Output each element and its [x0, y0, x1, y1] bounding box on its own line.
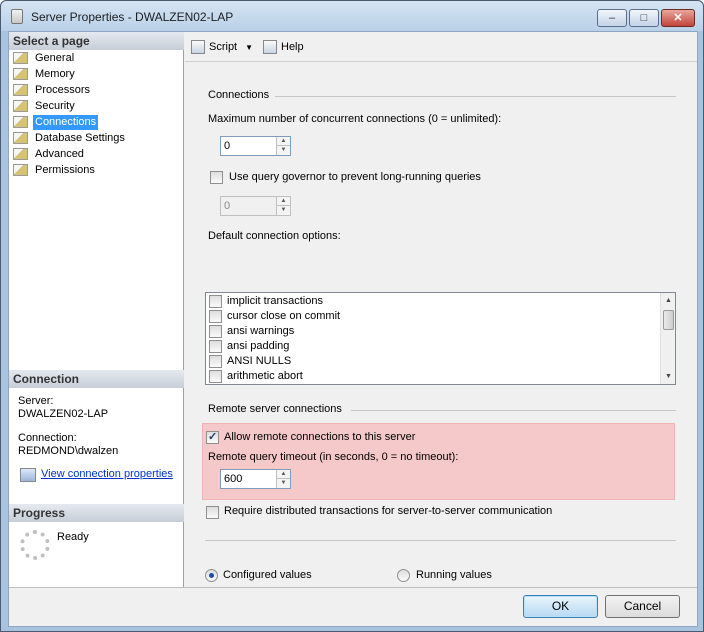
max-connections-stepper[interactable]: 0 ▲ ▼	[220, 136, 291, 156]
page-icon	[13, 132, 28, 144]
remote-group-label: Remote server connections	[208, 403, 342, 415]
spin-down-icon[interactable]: ▼	[277, 206, 290, 215]
help-button[interactable]: Help	[263, 40, 304, 54]
page-icon	[13, 52, 28, 64]
connection-value: REDMOND\dwalzen	[18, 445, 119, 457]
remote-timeout-value: 600	[224, 473, 243, 485]
progress-header: Progress	[9, 504, 184, 522]
running-values-radio[interactable]	[397, 569, 410, 582]
connection-label: Connection:	[18, 432, 77, 444]
title-bar: Server Properties - DWALZEN02-LAP – □ ✕	[1, 1, 703, 31]
progress-status: Ready	[57, 531, 89, 543]
sidebar-item-label: Processors	[35, 84, 91, 96]
server-value: DWALZEN02-LAP	[18, 408, 109, 420]
connections-divider	[275, 96, 676, 97]
scroll-up-icon[interactable]: ▲	[661, 293, 676, 308]
sidebar-item-label: Memory	[35, 68, 75, 80]
max-connections-value: 0	[224, 140, 231, 152]
spin-up-icon[interactable]: ▲	[277, 470, 290, 479]
option-checkbox[interactable]	[209, 340, 222, 353]
script-icon	[191, 40, 205, 54]
distributed-transactions-label: Require distributed transactions for ser…	[224, 505, 553, 517]
sidebar-item-label: Permissions	[35, 164, 95, 176]
connections-group-label: Connections	[208, 89, 270, 101]
connection-header: Connection	[9, 370, 184, 388]
spin-up-icon[interactable]: ▲	[277, 137, 290, 146]
help-icon	[263, 40, 277, 54]
chevron-down-icon[interactable]: ▼	[245, 43, 253, 52]
page-icon	[13, 148, 28, 160]
minimize-button[interactable]: –	[597, 9, 627, 27]
option-label: ansi padding	[227, 340, 290, 352]
default-options-label: Default connection options:	[208, 230, 341, 242]
ok-button[interactable]: OK	[523, 595, 598, 618]
sidebar-item-label: Database Settings	[35, 132, 125, 144]
distributed-transactions-checkbox[interactable]	[206, 506, 219, 519]
sidebar-item-label: Advanced	[35, 148, 84, 160]
query-governor-label: Use query governor to prevent long-runni…	[229, 171, 481, 183]
query-governor-checkbox[interactable]	[210, 171, 223, 184]
vertical-scrollbar[interactable]: ▲ ▼	[660, 293, 675, 384]
option-label: ANSI NULLS	[227, 355, 292, 367]
sidebar-item-label: Security	[35, 100, 75, 112]
option-checkbox[interactable]	[209, 310, 222, 323]
view-connection-properties-link[interactable]: View connection properties	[41, 468, 173, 480]
option-label: implicit transactions	[227, 295, 323, 307]
allow-remote-checkbox[interactable]	[206, 430, 219, 444]
max-connections-label: Maximum number of concurrent connections…	[208, 113, 502, 125]
spin-down-icon[interactable]: ▼	[277, 479, 290, 488]
page-icon	[13, 100, 28, 112]
left-pane: Select a page General Memory Processors …	[9, 32, 184, 587]
window-icon	[11, 9, 23, 24]
cancel-button[interactable]: Cancel	[605, 595, 680, 618]
running-values-label: Running values	[416, 569, 492, 581]
option-checkbox[interactable]	[209, 355, 222, 368]
connections-page: Connections Maximum number of concurrent…	[185, 63, 697, 586]
option-label: ansi warnings	[227, 325, 295, 337]
scroll-thumb[interactable]	[663, 310, 674, 330]
option-label: arithmetic abort	[227, 370, 303, 382]
server-properties-window: Server Properties - DWALZEN02-LAP – □ ✕ …	[0, 0, 704, 632]
values-divider	[205, 540, 676, 541]
page-icon	[13, 164, 28, 176]
toolbar: Script ▼ Help	[185, 32, 697, 62]
default-options-list[interactable]: implicit transactions cursor close on co…	[205, 292, 676, 385]
footer-divider	[9, 587, 697, 588]
remote-timeout-stepper[interactable]: 600 ▲ ▼	[220, 469, 291, 489]
remote-divider	[351, 410, 676, 411]
select-page-header: Select a page	[9, 32, 184, 50]
maximize-button[interactable]: □	[629, 9, 659, 27]
configured-values-radio[interactable]	[205, 569, 218, 582]
server-label: Server:	[18, 395, 54, 407]
connection-properties-icon	[20, 468, 36, 482]
sidebar-item-label: General	[35, 52, 75, 64]
allow-remote-label: Allow remote connections to this server	[224, 431, 416, 443]
scroll-down-icon[interactable]: ▼	[661, 369, 676, 384]
page-icon	[13, 68, 28, 80]
query-governor-value: 0	[224, 200, 231, 212]
spin-down-icon[interactable]: ▼	[277, 146, 290, 155]
stepper-buttons: ▲ ▼	[276, 137, 290, 155]
sidebar-item-label: Connections	[33, 115, 99, 130]
help-label: Help	[281, 40, 304, 53]
stepper-buttons: ▲ ▼	[276, 197, 290, 215]
window-title: Server Properties - DWALZEN02-LAP	[31, 10, 234, 24]
option-label: cursor close on commit	[227, 310, 341, 322]
page-icon	[13, 116, 28, 128]
query-governor-stepper[interactable]: 0 ▲ ▼	[220, 196, 291, 216]
remote-timeout-label: Remote query timeout (in seconds, 0 = no…	[208, 451, 459, 463]
option-checkbox[interactable]	[209, 370, 222, 383]
progress-spinner-icon	[20, 530, 50, 560]
close-button[interactable]: ✕	[661, 9, 695, 27]
stepper-buttons: ▲ ▼	[276, 470, 290, 488]
configured-values-label: Configured values	[223, 569, 312, 581]
script-label: Script	[209, 40, 238, 53]
option-checkbox[interactable]	[209, 325, 222, 338]
option-checkbox[interactable]	[209, 295, 222, 308]
script-button[interactable]: Script ▼	[191, 40, 253, 54]
dialog-client-area: Select a page General Memory Processors …	[8, 31, 698, 627]
spin-up-icon[interactable]: ▲	[277, 197, 290, 206]
page-icon	[13, 84, 28, 96]
